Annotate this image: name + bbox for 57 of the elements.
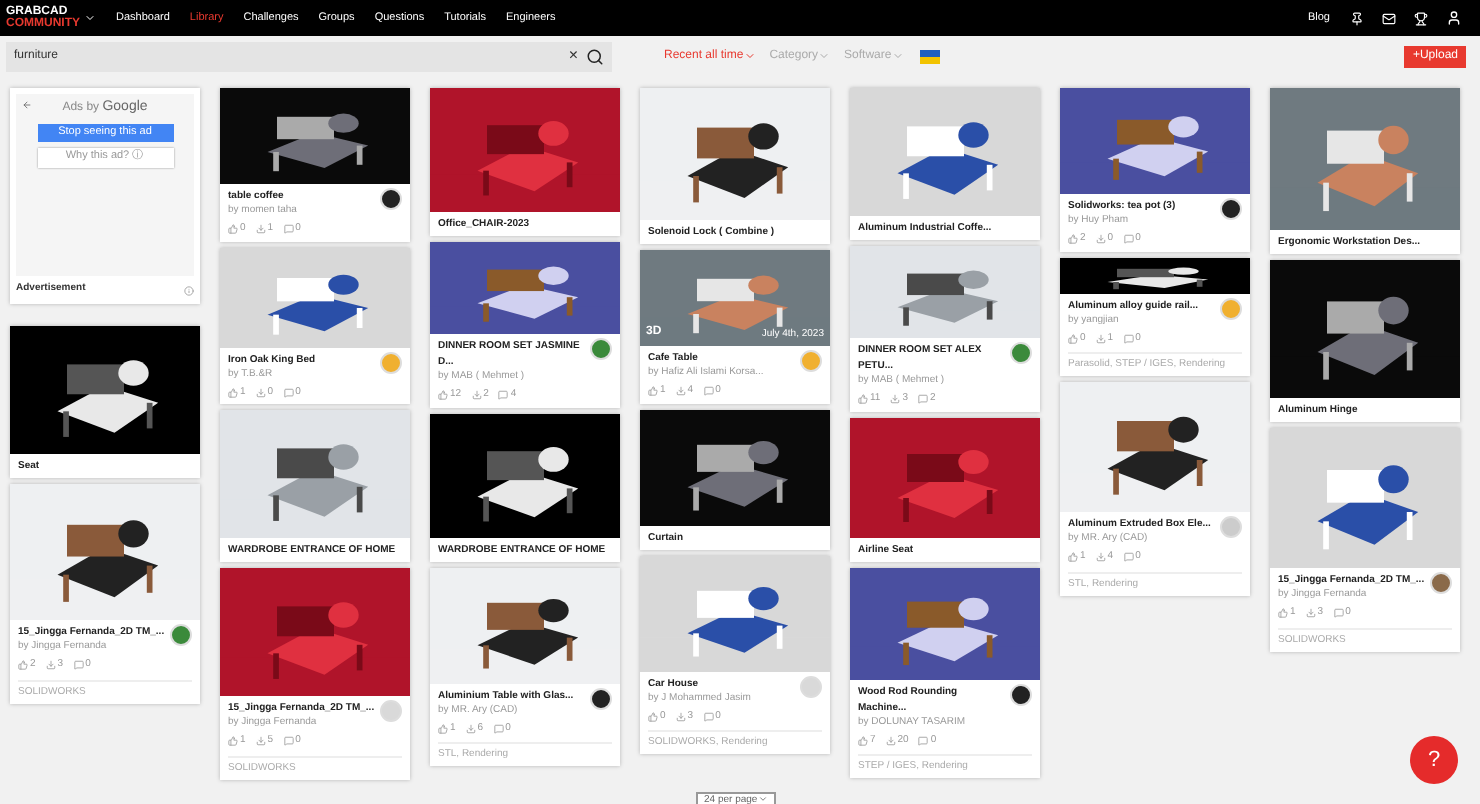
download-icon [1305, 608, 1316, 619]
like-icon [438, 723, 448, 734]
like-icon [648, 386, 658, 397]
avatar-icon[interactable] [590, 687, 612, 709]
download-icon [1095, 333, 1106, 344]
comment-icon [703, 711, 714, 722]
download-icon [1095, 552, 1106, 563]
caret-icon[interactable] [84, 12, 96, 24]
help-button[interactable]: ? [1410, 736, 1458, 784]
trophy-icon[interactable] [1414, 11, 1428, 25]
flag-icon[interactable] [919, 49, 940, 63]
caret-icon[interactable] [757, 794, 768, 804]
comment-icon [1123, 552, 1134, 563]
download-icon [471, 390, 482, 401]
avatar-icon[interactable] [1010, 683, 1032, 705]
avatar-icon[interactable] [1220, 198, 1242, 220]
like-icon [228, 224, 238, 235]
comment-icon [498, 390, 509, 401]
search-icon[interactable] [586, 47, 604, 65]
clear-button[interactable]: × [568, 48, 578, 64]
comment-icon [283, 736, 294, 747]
avatar-icon[interactable] [380, 188, 402, 210]
download-icon [255, 736, 266, 747]
download-icon [465, 723, 476, 734]
like-icon [1068, 234, 1078, 245]
comment-icon [283, 224, 294, 235]
comment-icon [73, 660, 84, 671]
pin-icon[interactable] [1350, 11, 1364, 25]
back-icon[interactable] [22, 100, 32, 110]
comment-icon [703, 386, 714, 397]
like-icon [1068, 333, 1078, 344]
comment-icon [283, 387, 294, 398]
like-icon [858, 394, 868, 405]
like-icon [18, 660, 28, 671]
download-icon [1095, 234, 1106, 245]
comment-icon [493, 723, 504, 734]
download-icon [675, 711, 686, 722]
user-icon[interactable] [1446, 10, 1462, 26]
download-icon [890, 394, 901, 405]
like-icon [858, 735, 868, 746]
download-icon [45, 660, 56, 671]
download-icon [255, 224, 266, 235]
like-icon [228, 736, 238, 747]
like-icon [438, 390, 448, 401]
comment-icon [1123, 333, 1134, 344]
download-icon [675, 386, 686, 397]
comment-icon [1123, 234, 1134, 245]
like-icon [648, 711, 658, 722]
download-icon [255, 387, 266, 398]
mail-icon[interactable] [1382, 11, 1396, 25]
comment-icon [918, 735, 929, 746]
like-icon [228, 387, 238, 398]
like-icon [1068, 552, 1078, 563]
comment-icon [917, 394, 928, 405]
like-icon [1278, 608, 1288, 619]
download-icon [885, 735, 896, 746]
comment-icon [1333, 608, 1344, 619]
